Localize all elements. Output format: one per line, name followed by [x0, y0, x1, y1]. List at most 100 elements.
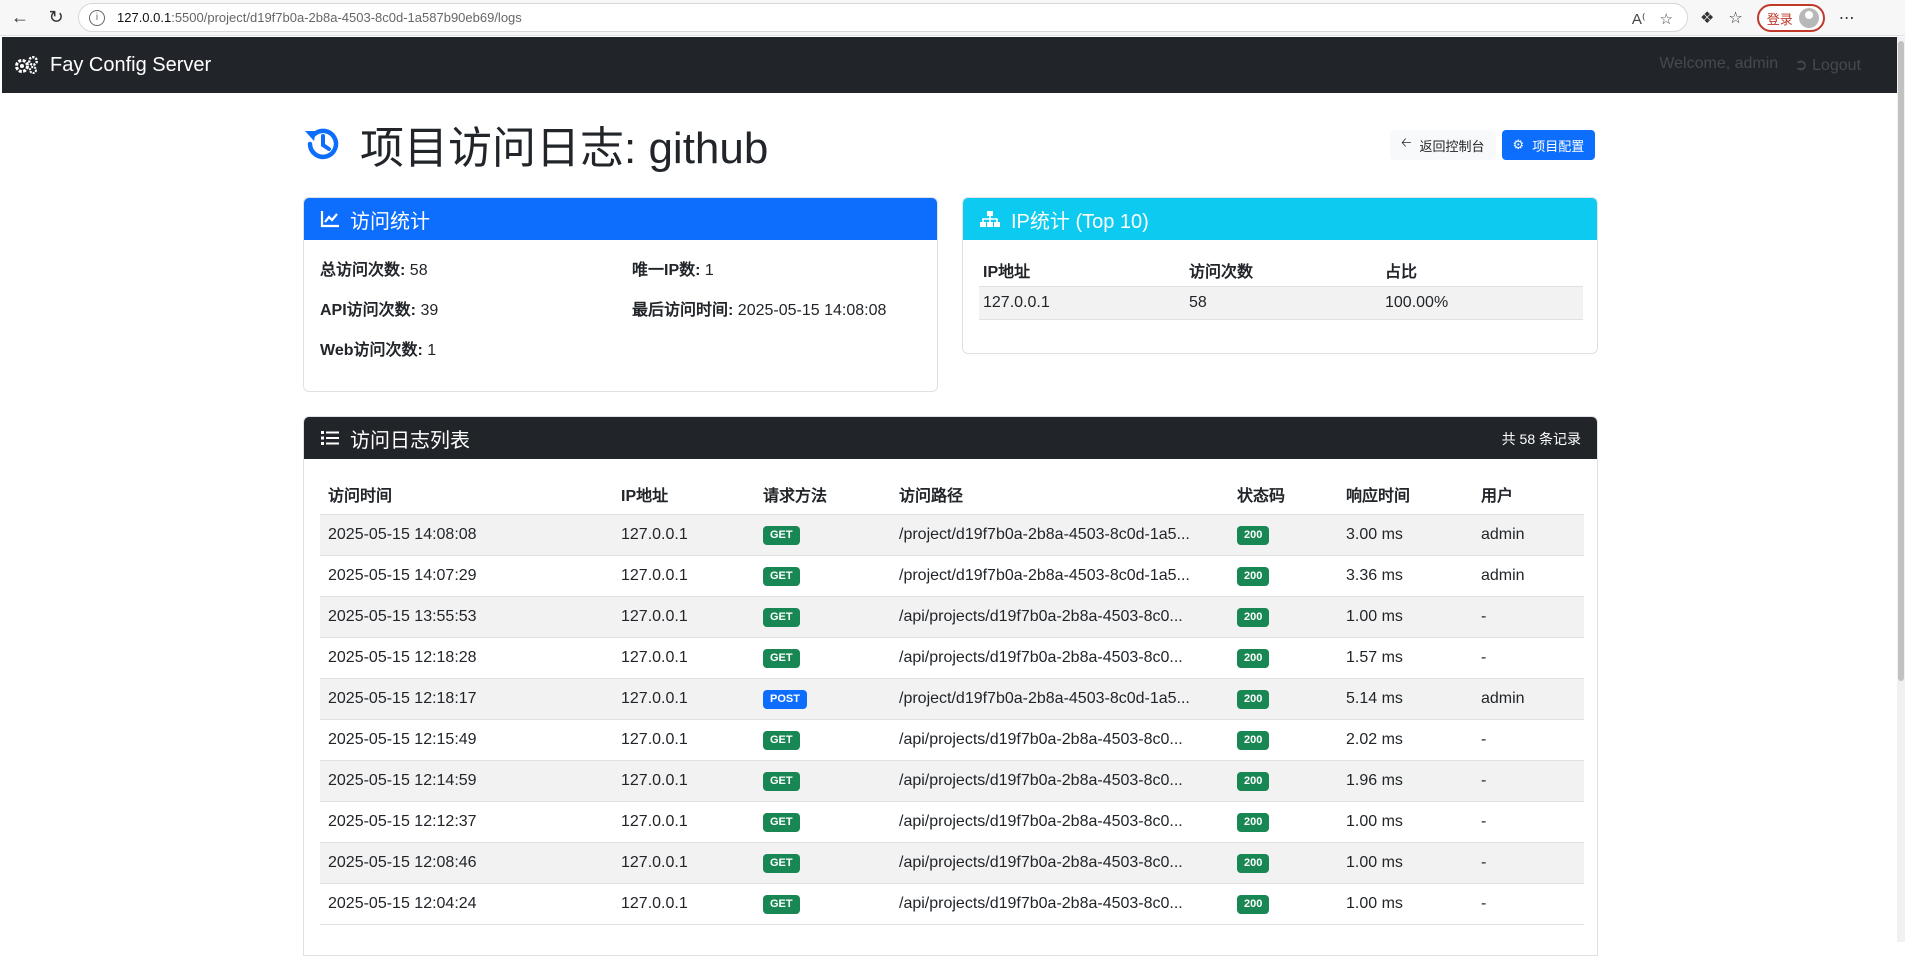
time-cell: 2025-05-15 12:14:59: [320, 760, 613, 802]
duration-cell: 1.96 ms: [1338, 760, 1473, 802]
path-cell: /project/d19f7b0a-2b8a-4503-8c0d-1a5...: [891, 555, 1229, 597]
back-to-dashboard-button[interactable]: 🡠 返回控制台: [1390, 130, 1496, 160]
path-cell: /api/projects/d19f7b0a-2b8a-4503-8c0...: [891, 637, 1229, 679]
method-badge: GET: [763, 853, 800, 873]
brand-name: Fay Config Server: [50, 53, 212, 76]
user-cell: -: [1473, 760, 1584, 802]
ip-cell: 127.0.0.1: [613, 883, 755, 925]
table-row: 2025-05-15 12:04:24 127.0.0.1 GET/api/proj…: [320, 883, 1584, 925]
status-cell: 200: [1229, 596, 1338, 638]
table-row: 2025-05-15 12:08:46 127.0.0.1 GET/api/proj…: [320, 842, 1584, 884]
favorites-icon[interactable]: ☆: [1728, 8, 1742, 28]
history-icon: [305, 128, 339, 160]
status-col-header: 状态码: [1229, 474, 1338, 515]
method-col-header: 请求方法: [755, 474, 891, 515]
status-badge: 200: [1237, 648, 1270, 668]
duration-cell: 3.36 ms: [1338, 555, 1473, 597]
total-visits-value: 58: [409, 262, 428, 279]
profile-login-button[interactable]: 登录: [1756, 4, 1825, 32]
stats-card-header: 访问统计: [304, 198, 937, 240]
user-col-header: 用户: [1473, 474, 1584, 515]
user-cell: -: [1473, 719, 1584, 761]
ip-cell: 127.0.0.1: [613, 842, 755, 884]
favorite-star-icon[interactable]: ☆: [1660, 10, 1673, 28]
login-label: 登录: [1766, 11, 1793, 27]
table-row: 2025-05-15 12:18:17 127.0.0.1 POST/project…: [320, 678, 1584, 720]
table-row: 2025-05-15 12:14:59 127.0.0.1 GET/api/proj…: [320, 760, 1584, 802]
total-visits-label: 总访问次数:: [320, 262, 406, 279]
time-cell: 2025-05-15 12:18:17: [320, 678, 613, 720]
method-badge: GET: [763, 566, 800, 586]
status-cell: 200: [1229, 637, 1338, 679]
time-cell: 2025-05-15 12:12:37: [320, 801, 613, 843]
time-cell: 2025-05-15 12:18:28: [320, 637, 613, 679]
browser-toolbar: ← ↻ i 127.0.0.1:5500/project/d19f7b0a-2b…: [0, 0, 1905, 36]
time-cell: 2025-05-15 12:15:49: [320, 719, 613, 761]
status-cell: 200: [1229, 760, 1338, 802]
sitemap-icon: [980, 211, 1000, 227]
status-cell: 200: [1229, 678, 1338, 720]
chart-line-icon: [320, 211, 339, 228]
logout-link[interactable]: ➲ Logout: [1794, 55, 1861, 75]
duration-cell: 1.00 ms: [1338, 842, 1473, 884]
more-menu-icon[interactable]: ⋯: [1839, 8, 1855, 28]
table-row: 2025-05-15 13:55:53 127.0.0.1 GET/api/proj…: [320, 596, 1584, 638]
time-cell: 2025-05-15 12:04:24: [320, 883, 613, 925]
table-row: 2025-05-15 12:18:28 127.0.0.1 GET/api/proj…: [320, 637, 1584, 679]
address-bar[interactable]: i 127.0.0.1:5500/project/d19f7b0a-2b8a-4…: [78, 3, 1688, 32]
url-path: :5500/project/d19f7b0a-2b8a-4503-8c0d-1a…: [171, 10, 522, 25]
user-cell: -: [1473, 842, 1584, 884]
last-visit-value: 2025-05-15 14:08:08: [737, 302, 887, 319]
logs-card-header: 访问日志列表 共 58 条记录: [304, 417, 1597, 459]
path-cell: /api/projects/d19f7b0a-2b8a-4503-8c0...: [891, 760, 1229, 802]
method-badge: POST: [763, 689, 807, 709]
status-cell: 200: [1229, 555, 1338, 597]
ip-stats-card: IP统计 (Top 10) IP地址 访问次数 占比 127.0.0.1 58 …: [962, 197, 1598, 354]
method-badge: GET: [763, 812, 800, 832]
method-badge: GET: [763, 730, 800, 750]
unique-ip-label: 唯一IP数:: [632, 262, 701, 279]
status-badge: 200: [1237, 689, 1270, 709]
duration-col-header: 响应时间: [1338, 474, 1473, 515]
path-cell: /api/projects/d19f7b0a-2b8a-4503-8c0...: [891, 883, 1229, 925]
back-arrow-icon[interactable]: ←: [4, 3, 36, 33]
path-cell: /project/d19f7b0a-2b8a-4503-8c0d-1a5...: [891, 678, 1229, 720]
page-scrollbar[interactable]: [1897, 37, 1905, 942]
ip-stats-title: IP统计 (Top 10): [1011, 210, 1149, 233]
user-cell: -: [1473, 883, 1584, 925]
project-config-button[interactable]: ⚙ 项目配置: [1501, 130, 1596, 160]
ip-cell: 127.0.0.1: [613, 596, 755, 638]
brand[interactable]: Fay Config Server: [14, 54, 211, 77]
time-cell: 2025-05-15 13:55:53: [320, 596, 613, 638]
ip-cell: 127.0.0.1: [613, 678, 755, 720]
web-visits-stat: Web访问次数: 1: [320, 336, 436, 360]
config-button-label: 项目配置: [1532, 138, 1585, 154]
status-badge: 200: [1237, 566, 1270, 586]
method-cell: GET: [755, 883, 891, 925]
user-cell: admin: [1473, 514, 1584, 556]
back-button-label: 返回控制台: [1419, 138, 1485, 154]
status-cell: 200: [1229, 883, 1338, 925]
duration-cell: 1.00 ms: [1338, 801, 1473, 843]
url-host: 127.0.0.1: [117, 10, 172, 25]
ip-cell: 127.0.0.1: [613, 719, 755, 761]
logout-label: Logout: [1812, 57, 1861, 74]
path-cell: /api/projects/d19f7b0a-2b8a-4503-8c0...: [891, 801, 1229, 843]
site-info-icon[interactable]: i: [89, 9, 105, 26]
path-cell: /project/d19f7b0a-2b8a-4503-8c0d-1a5...: [891, 514, 1229, 556]
total-visits-stat: 总访问次数: 58: [320, 256, 428, 280]
read-aloud-icon[interactable]: A⁽: [1632, 10, 1646, 28]
table-row: 2025-05-15 12:15:49 127.0.0.1 GET/api/proj…: [320, 719, 1584, 761]
status-badge: 200: [1237, 812, 1270, 832]
last-visit-label: 最后访问时间:: [632, 302, 734, 319]
ip-card-header: IP统计 (Top 10): [963, 198, 1597, 240]
extensions-icon[interactable]: ❖: [1700, 8, 1714, 28]
status-cell: 200: [1229, 842, 1338, 884]
scrollbar-thumb[interactable]: [1898, 41, 1904, 681]
method-badge: GET: [763, 525, 800, 545]
share-cell: 100.00%: [1381, 286, 1583, 320]
logs-table: 访问时间 IP地址 请求方法 访问路径 状态码 响应时间 用户 2025-05-…: [320, 474, 1584, 925]
last-visit-stat: 最后访问时间: 2025-05-15 14:08:08: [632, 296, 886, 320]
reload-icon[interactable]: ↻: [40, 3, 72, 33]
ip-cell: 127.0.0.1: [613, 760, 755, 802]
